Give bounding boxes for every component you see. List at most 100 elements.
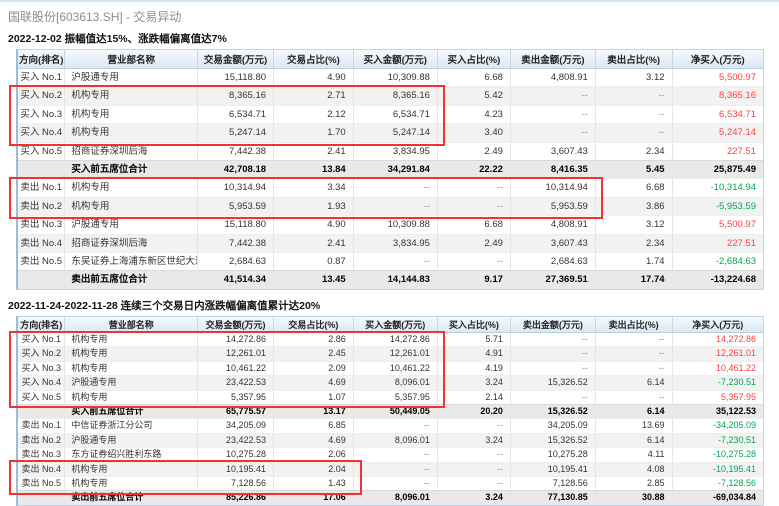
net-buy-cell: 227.51 <box>672 234 763 252</box>
value-cell: 2.04 <box>274 462 354 476</box>
value-cell: 6,534.71 <box>353 105 437 123</box>
broker-name-cell: 机构专用 <box>65 390 198 404</box>
broker-name-cell: 机构专用 <box>65 332 198 346</box>
value-cell: 2.12 <box>274 105 354 123</box>
table-row: 卖出 No.3东方证券绍兴胜利东路10,275.282.06----10,275… <box>18 448 763 462</box>
value-cell: 12,261.01 <box>353 347 437 361</box>
column-header: 买入占比(%) <box>437 50 510 69</box>
section-2-caption: 2022-11-24-2022-11-28 连续三个交易日内涨跌幅偏离值累计达2… <box>8 298 779 313</box>
value-cell: 15,326.52 <box>510 433 595 447</box>
value-cell: 10,461.22 <box>353 361 437 375</box>
broker-name-cell: 机构专用 <box>65 124 198 142</box>
value-cell: 3.24 <box>437 376 510 390</box>
trading-table-1-wrapper: 方向(排名)营业部名称交易金额(万元)交易占比(%)买入金额(万元)买入占比(%… <box>16 49 764 290</box>
value-cell: 8,096.01 <box>353 376 437 390</box>
value-cell: 5.71 <box>437 332 510 346</box>
value-cell: 3,834.95 <box>353 234 437 252</box>
value-cell: -- <box>437 476 510 490</box>
value-cell: 13.45 <box>274 271 354 289</box>
value-cell: 3.34 <box>274 179 354 197</box>
broker-name-cell: 机构专用 <box>65 87 198 105</box>
direction-cell: 买入 No.2 <box>18 347 65 361</box>
direction-cell: 买入 No.5 <box>18 142 65 160</box>
table-row: 卖出 No.3沪股通专用15,118.804.9010,309.886.684,… <box>18 216 763 234</box>
value-cell: 7,442.38 <box>198 234 274 252</box>
value-cell: -- <box>437 197 510 215</box>
value-cell: 7,128.56 <box>198 476 274 490</box>
value-cell: 34,205.09 <box>510 419 595 433</box>
value-cell: 13.17 <box>274 404 354 418</box>
net-buy-cell: 25,875.49 <box>672 161 763 179</box>
value-cell: 41,514.34 <box>198 271 274 289</box>
value-cell: 10,314.94 <box>198 179 274 197</box>
value-cell: 2.49 <box>437 142 510 160</box>
direction-cell: 买入 No.4 <box>18 124 65 142</box>
value-cell: 6.14 <box>595 433 672 447</box>
value-cell: 1.43 <box>274 476 354 490</box>
value-cell: 5,953.59 <box>510 197 595 215</box>
value-cell: 6,534.71 <box>198 105 274 123</box>
value-cell: 2,684.63 <box>510 253 595 271</box>
net-buy-cell: -69,034.84 <box>672 491 763 505</box>
value-cell: 6.68 <box>595 179 672 197</box>
net-buy-cell: -10,275.28 <box>672 448 763 462</box>
value-cell: 6.68 <box>437 216 510 234</box>
net-buy-cell: 5,500.97 <box>672 69 763 87</box>
value-cell: 77,130.85 <box>510 491 595 505</box>
value-cell: 2.41 <box>274 142 354 160</box>
broker-name-cell: 沪股通专用 <box>65 376 198 390</box>
value-cell: 10,275.28 <box>510 448 595 462</box>
value-cell: 20.20 <box>437 404 510 418</box>
direction-cell: 买入 No.5 <box>18 390 65 404</box>
value-cell: 3.12 <box>595 216 672 234</box>
value-cell: 14,272.86 <box>198 332 274 346</box>
broker-name-cell: 买入前五席位合计 <box>65 404 198 418</box>
direction-cell: 卖出 No.1 <box>18 419 65 433</box>
value-cell: 34,205.09 <box>198 419 274 433</box>
value-cell: 13.69 <box>595 419 672 433</box>
net-buy-cell: -7,230.51 <box>672 433 763 447</box>
table-row: 卖出 No.4机构专用10,195.412.04----10,195.414.0… <box>18 462 763 476</box>
value-cell: 2.71 <box>274 87 354 105</box>
value-cell: 3,834.95 <box>353 142 437 160</box>
column-header: 方向(排名) <box>18 50 65 69</box>
value-cell: 7,128.56 <box>510 476 595 490</box>
value-cell: 85,226.86 <box>198 491 274 505</box>
value-cell: 15,118.80 <box>198 69 274 87</box>
broker-name-cell: 机构专用 <box>65 462 198 476</box>
column-header: 卖出金额(万元) <box>510 50 595 69</box>
value-cell: -- <box>510 124 595 142</box>
value-cell: 8,365.16 <box>198 87 274 105</box>
net-buy-cell: 10,461.22 <box>672 361 763 375</box>
table-row: 买入 No.2机构专用12,261.012.4512,261.014.91---… <box>18 347 763 361</box>
value-cell: 8,096.01 <box>353 433 437 447</box>
column-header: 交易金额(万元) <box>198 317 274 333</box>
direction-cell: 买入 No.3 <box>18 105 65 123</box>
value-cell: 27,369.51 <box>510 271 595 289</box>
value-cell: 4.19 <box>437 361 510 375</box>
value-cell: 3.40 <box>437 124 510 142</box>
value-cell: 12,261.01 <box>198 347 274 361</box>
broker-name-cell: 东吴证券上海浦东新区世纪大道 <box>65 253 198 271</box>
net-buy-cell: 35,122.53 <box>672 404 763 418</box>
value-cell: -- <box>353 462 437 476</box>
value-cell: 0.87 <box>274 253 354 271</box>
value-cell: 6.14 <box>595 404 672 418</box>
column-header: 交易占比(%) <box>274 50 354 69</box>
value-cell: 30.88 <box>595 491 672 505</box>
net-buy-cell: 5,247.14 <box>672 124 763 142</box>
value-cell: 4,808.91 <box>510 69 595 87</box>
value-cell: -- <box>437 419 510 433</box>
net-buy-cell: 5,357.95 <box>672 390 763 404</box>
value-cell: 42,708.18 <box>198 161 274 179</box>
value-cell: 3.24 <box>437 433 510 447</box>
broker-name-cell: 机构专用 <box>65 361 198 375</box>
broker-name-cell: 东方证券绍兴胜利东路 <box>65 448 198 462</box>
net-buy-cell: 12,261.01 <box>672 347 763 361</box>
value-cell: 3,607.43 <box>510 234 595 252</box>
table-row: 买入 No.1沪股通专用15,118.804.9010,309.886.684,… <box>18 69 763 87</box>
net-buy-cell: -13,224.68 <box>672 271 763 289</box>
direction-cell <box>18 271 65 289</box>
direction-cell: 卖出 No.2 <box>18 433 65 447</box>
value-cell: 4.08 <box>595 462 672 476</box>
